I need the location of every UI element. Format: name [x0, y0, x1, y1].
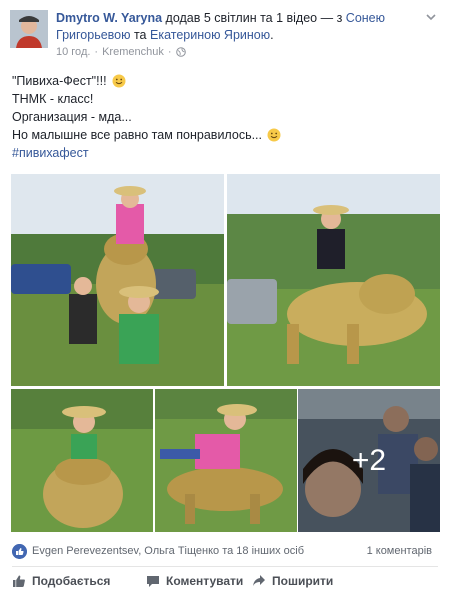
more-photos-overlay[interactable]: +2	[298, 389, 440, 532]
comment-button[interactable]: Коментувати	[146, 574, 243, 588]
photo-2[interactable]	[227, 174, 440, 386]
tagged-user-2[interactable]: Екатериною Яриною	[150, 28, 270, 42]
reaction-names[interactable]: Evgen Perevezentsev, Ольга Тіщенко та 18…	[32, 545, 304, 557]
comment-count[interactable]: 1 коментарів	[367, 545, 432, 557]
share-label: Поширити	[272, 574, 334, 588]
smile-emoji-icon	[267, 128, 281, 142]
location-link[interactable]: Kremenchuk	[102, 46, 164, 58]
post-meta: 10 год. · Kremenchuk ·	[56, 46, 186, 58]
post-header-text: Dmytro W. Yaryna додав 5 світлин та 1 ві…	[56, 10, 428, 44]
reactions-bar: Evgen Perevezentsev, Ольга Тіщенко та 18…	[12, 544, 432, 560]
like-label: Подобається	[32, 574, 111, 588]
post-line-2: ТНМК - класс!	[12, 92, 94, 106]
post-line-4: Но малышне все равно там понравилось...	[12, 128, 262, 142]
feed-post: Dmytro W. Yaryna додав 5 світлин та 1 ві…	[0, 0, 450, 592]
action-text: додав 5 світлин та 1 відео — з	[165, 11, 343, 25]
hashtag-link[interactable]: #пивихафест	[12, 144, 432, 162]
separator: ·	[94, 46, 99, 58]
action-bar: Подобається Коментувати Поширити	[12, 574, 438, 590]
comment-label: Коментувати	[166, 574, 244, 588]
separator: ·	[167, 46, 172, 58]
conjunction: та	[133, 28, 147, 42]
like-reaction-icon[interactable]	[12, 544, 27, 559]
photo-3[interactable]	[11, 389, 153, 532]
post-line-1: "Пивиха-Фест"!!!	[12, 74, 107, 88]
photo-grid: +2	[11, 174, 440, 532]
photo-5[interactable]: +2	[298, 389, 440, 532]
chevron-down-icon[interactable]	[424, 10, 438, 24]
author-link[interactable]: Dmytro W. Yaryna	[56, 11, 162, 25]
thumbs-up-icon	[13, 575, 25, 587]
timestamp[interactable]: 10 год.	[56, 46, 90, 58]
smile-emoji-icon	[112, 74, 126, 88]
share-icon	[253, 575, 265, 586]
avatar[interactable]	[10, 10, 48, 48]
like-button[interactable]: Подобається	[12, 574, 110, 588]
comment-icon	[147, 576, 159, 587]
photo-1[interactable]	[11, 174, 224, 386]
post-body: "Пивиха-Фест"!!! ТНМК - класс! Организац…	[12, 72, 432, 162]
period: .	[270, 28, 274, 42]
post-header: Dmytro W. Yaryna додав 5 світлин та 1 ві…	[10, 8, 440, 60]
globe-icon	[175, 47, 186, 57]
post-line-3: Организация - мда...	[12, 110, 132, 124]
share-button[interactable]: Поширити	[252, 574, 333, 588]
photo-4[interactable]	[155, 389, 297, 532]
divider	[12, 566, 438, 567]
